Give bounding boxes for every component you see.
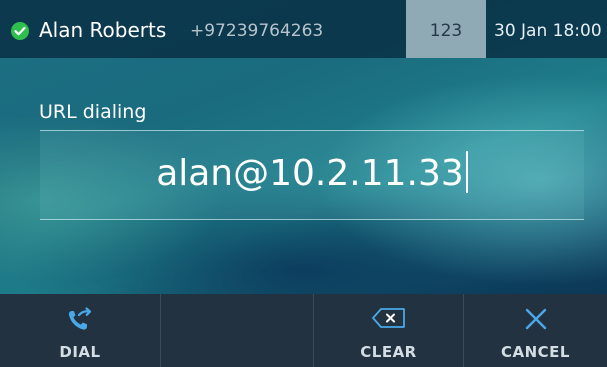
url-dialing-input[interactable]: alan@10.2.11.33 xyxy=(40,130,584,220)
url-dialing-label: URL dialing xyxy=(39,101,147,123)
status-bar: Alan Roberts +97239764263 123 30 Jan 18:… xyxy=(0,0,607,58)
line-key[interactable]: 123 xyxy=(406,0,486,58)
phone-transfer-icon xyxy=(65,306,95,338)
close-icon xyxy=(523,306,549,336)
registered-check-icon xyxy=(11,22,29,40)
caller-name: Alan Roberts xyxy=(39,18,167,42)
softkey-bar: DIAL CLEAR CANCEL xyxy=(0,294,607,367)
clear-softkey[interactable]: CLEAR xyxy=(313,294,463,367)
url-dialing-value: alan@10.2.11.33 xyxy=(156,153,464,194)
line-key-label: 123 xyxy=(429,21,463,41)
phone-screen: Alan Roberts +97239764263 123 30 Jan 18:… xyxy=(0,0,607,367)
cancel-softkey-label: CANCEL xyxy=(501,343,570,361)
url-dialing-value-wrap: alan@10.2.11.33 xyxy=(40,151,584,197)
cancel-softkey[interactable]: CANCEL xyxy=(463,294,607,367)
text-caret xyxy=(465,151,468,193)
date-time: 30 Jan 18:00 xyxy=(494,21,602,41)
empty-softkey[interactable] xyxy=(160,294,313,367)
backspace-icon xyxy=(371,306,407,334)
caller-number: +97239764263 xyxy=(190,21,324,41)
dial-softkey[interactable]: DIAL xyxy=(0,294,160,367)
clear-softkey-label: CLEAR xyxy=(360,343,417,361)
dial-softkey-label: DIAL xyxy=(59,343,101,361)
